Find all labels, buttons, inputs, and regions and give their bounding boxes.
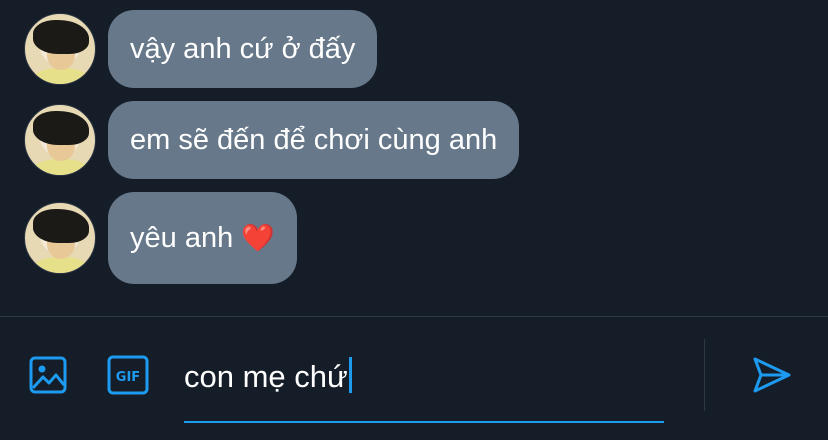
- message-text: em sẽ đến để chơi cùng anh: [130, 124, 498, 156]
- media-button[interactable]: [26, 353, 70, 397]
- send-icon: [753, 357, 791, 393]
- message-row: em sẽ đến để chơi cùng anh: [24, 101, 520, 179]
- message-text: yêu anh: [130, 222, 234, 254]
- image-icon: [29, 356, 67, 394]
- send-button[interactable]: [750, 353, 794, 397]
- message-input[interactable]: con mẹ chứ: [184, 339, 664, 423]
- avatar[interactable]: [24, 104, 96, 176]
- message-row: yêu anh ❤️: [24, 192, 297, 284]
- message-composer: GIF con mẹ chứ: [0, 317, 828, 440]
- message-bubble[interactable]: yêu anh ❤️: [108, 192, 297, 284]
- text-caret: [348, 357, 352, 393]
- avatar[interactable]: [24, 13, 96, 85]
- composer-separator: [704, 339, 705, 411]
- message-input-value: con mẹ chứ: [184, 359, 348, 394]
- heart-emoji-icon: ❤️: [241, 223, 275, 254]
- avatar[interactable]: [24, 202, 96, 274]
- message-row: vậy anh cứ ở đấy: [24, 10, 378, 88]
- message-bubble[interactable]: vậy anh cứ ở đấy: [108, 10, 378, 88]
- message-list: vậy anh cứ ở đấy em sẽ đến để chơi cùng …: [0, 0, 828, 316]
- message-bubble[interactable]: em sẽ đến để chơi cùng anh: [108, 101, 520, 179]
- gif-label: GIF: [116, 370, 140, 385]
- gif-button[interactable]: GIF: [106, 353, 150, 397]
- gif-icon: GIF: [107, 355, 149, 395]
- message-text: vậy anh cứ ở đấy: [130, 33, 356, 65]
